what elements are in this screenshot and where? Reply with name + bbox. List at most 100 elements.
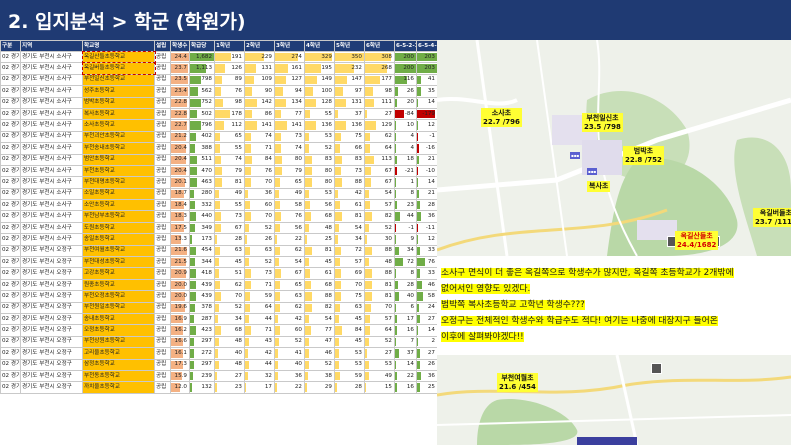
school-pin-icon[interactable] xyxy=(651,363,662,374)
cell-grade-3: 54 xyxy=(274,256,305,269)
cell-value: 86 xyxy=(264,110,272,117)
cell-value: 28 xyxy=(406,281,414,288)
table-row[interactable]: 02 경기 경기도 부천시 소사구 범안초등학교 공립 20.4 511 74 84 80 83 8… xyxy=(0,153,437,166)
column-header[interactable]: 6-5-2-1 xyxy=(394,40,417,52)
table-row[interactable]: 02 경기 경기도 부천시 소사구 부천일신초등학교 공립 23.5 798 89 109 12… xyxy=(0,73,437,87)
column-header[interactable]: 4학년 xyxy=(304,40,335,52)
table-row[interactable]: 02 경기 경기도 부천시 오정구 고리울초등학교 공립 16.1 272 40 42 41 46… xyxy=(0,347,437,360)
table-row[interactable]: 02 경기 경기도 부천시 소사구 도원초등학교 공립 17.5 349 67 52 56 48 5… xyxy=(0,221,437,235)
table-row[interactable]: 02 경기 경기도 부천시 소사구 부천대명초등학교 공립 20.1 463 81 70 65 8… xyxy=(0,176,437,189)
cell-value: 28 xyxy=(427,201,435,208)
table-row[interactable]: 02 경기 경기도 부천시 소사구 송일초등학교 공립 13.3 173 28 26 22 25 3… xyxy=(0,233,437,246)
table-row[interactable]: 02 경기 경기도 부천시 오정구 원종초등학교 공립 20.0 439 62 71 65 68 7… xyxy=(0,278,437,292)
table-row[interactable]: 02 경기 경기도 부천시 소사구 부천남부초등학교 공립 18.3 440 73 70 76 6… xyxy=(0,210,437,223)
poi-marker[interactable]: ▪▪▪ xyxy=(570,152,581,159)
poi-marker[interactable]: ▪▪▪ xyxy=(587,168,598,175)
cell-value: 76 xyxy=(234,87,242,94)
table-row[interactable]: 02 경기 경기도 부천시 소사구 부천초등학교 공립 20.4 470 79 76 79 80 7… xyxy=(0,164,437,178)
cell-class-size: 16.9 xyxy=(170,312,190,326)
column-header[interactable]: 구분 xyxy=(0,40,21,52)
column-header[interactable]: 6학년 xyxy=(364,40,395,52)
table-row[interactable]: 02 경기 경기도 부천시 오정구 고강초등학교 공립 20.9 418 51 73 67 61 6… xyxy=(0,267,437,280)
cell-grade-4: 83 xyxy=(304,153,335,166)
table-row[interactable]: 02 경기 경기도 부천시 오정구 부천오정초등학교 공립 20.0 439 70 59 63 8… xyxy=(0,290,437,303)
cell-gu: 02 경기 xyxy=(0,256,21,269)
table-row[interactable]: 02 경기 경기도 부천시 소사구 복사초등학교 공립 22.8 502 178 86 77 55… xyxy=(0,107,437,121)
cell-grade-6: 70 xyxy=(364,301,395,315)
cell-grade-4: 77 xyxy=(304,324,335,337)
map-top[interactable]: ▪▪▪ ▪▪▪ 소사초 22.7 /796 부천일신초 23.5 /798 범박초 2… xyxy=(437,40,791,256)
table-row[interactable]: 02 경기 경기도 부천시 소사구 부천송내초등학교 공립 20.4 388 55 71 74 5… xyxy=(0,142,437,155)
table-row[interactable]: 02 경기 경기도 부천시 오정구 까치울초등학교 공립 12.0 132 23 17 22 29… xyxy=(0,381,437,394)
cell-value: 63 xyxy=(354,304,362,311)
cell-students: 439 xyxy=(189,278,215,292)
cell-value: 48 xyxy=(384,258,392,265)
table-row[interactable]: 02 경기 경기도 부천시 오정구 부천동초등학교 공립 15.9 239 27 32 36 38… xyxy=(0,369,437,383)
cell-value: 22.8 xyxy=(174,99,187,106)
column-header[interactable]: 학급당 xyxy=(189,40,215,52)
map-bottom[interactable]: 부천여월초 21.6 /454 xyxy=(437,355,791,445)
table-row[interactable]: 02 경기 경기도 부천시 소사구 소일초등학교 공립 18.7 280 49 36 49 53 4… xyxy=(0,187,437,201)
table-row[interactable]: 02 경기 경기도 부천시 소사구 옥길산들초등학교 공립 24.4 1,682 191 22… xyxy=(0,50,437,64)
cell-school-name: 복사초등학교 xyxy=(82,107,155,121)
cell-grade-2: 52 xyxy=(244,221,275,235)
cell-grade-3: 52 xyxy=(274,335,305,349)
cell-grade-3: 141 xyxy=(274,119,305,132)
table-row[interactable]: 02 경기 경기도 부천시 소사구 범박초등학교 공립 22.8 752 98 142 134 1… xyxy=(0,96,437,109)
cell-diff-1: 34 xyxy=(394,244,417,258)
column-header[interactable]: 설립 xyxy=(154,40,171,52)
cell-value: 2 xyxy=(431,338,435,345)
table-row[interactable]: 02 경기 경기도 부천시 오정구 부천상원초등학교 공립 16.6 297 48 43 52 4… xyxy=(0,335,437,349)
cell-grade-2: 43 xyxy=(244,335,275,349)
cell-diff-2: 21 xyxy=(416,153,437,166)
cell-grade-5: 75 xyxy=(334,290,365,303)
cell-value: 54 xyxy=(294,258,302,265)
table-row[interactable]: 02 경기 경기도 부천시 오정구 부천원일초등학교 공립 19.6 378 52 64 62 8… xyxy=(0,301,437,315)
cell-class-size: 20.4 xyxy=(170,153,190,166)
cell-value: 67 xyxy=(234,224,242,231)
column-header[interactable]: 학생수 xyxy=(170,40,190,52)
column-header[interactable]: 지역 xyxy=(20,40,83,52)
table-row[interactable]: 02 경기 경기도 부천시 소사구 옥길버들초등학교 공립 23.7 1,113 126 13… xyxy=(0,61,437,76)
table-row[interactable]: 02 경기 경기도 부천시 오정구 송내초등학교 공립 16.9 287 34 44 42 54 4… xyxy=(0,312,437,326)
cell-diff-1: 4 xyxy=(394,130,417,144)
table-row[interactable]: 02 경기 경기도 부천시 소사구 소사초등학교 공립 22.7 796 112 141 141… xyxy=(0,119,437,132)
cell-value: 72 xyxy=(354,247,362,254)
table-row[interactable]: 02 경기 경기도 부천시 오정구 오정초등학교 공립 16.2 423 68 71 60 77 8… xyxy=(0,324,437,337)
table-row[interactable]: 02 경기 경기도 부천시 소사구 성주초등학교 공립 23.4 562 76 90 94 100… xyxy=(0,85,437,98)
table-row[interactable]: 02 경기 경기도 부천시 오정구 삼정초등학교 공립 17.3 297 48 44 40 52 5… xyxy=(0,358,437,371)
map-label-okgil-beodeul: 옥길버들초23.7 /1113 xyxy=(753,208,791,227)
cell-diff-2: 14 xyxy=(416,324,437,337)
table-row[interactable]: 02 경기 경기도 부천시 소사구 부천괴안초등학교 공립 21.2 402 65 74 73 5… xyxy=(0,130,437,144)
column-header[interactable]: 3학년 xyxy=(274,40,305,52)
column-header[interactable]: 학교명 xyxy=(82,40,155,52)
cell-grade-6: 67 xyxy=(364,176,395,189)
column-header[interactable]: 2학년 xyxy=(244,40,275,52)
cell-value: 195 xyxy=(321,65,332,72)
cell-grade-5: 28 xyxy=(334,381,365,394)
cell-value: 350 xyxy=(351,53,362,60)
column-header[interactable]: 6-5-4-3-2-1 xyxy=(416,40,437,52)
table-row[interactable]: 02 경기 경기도 부천시 오정구 부천대성초등학교 공립 21.5 344 45 52 54 4… xyxy=(0,256,437,269)
cell-school-name: 범안초등학교 xyxy=(82,153,155,166)
cell-value: 239 xyxy=(201,372,212,379)
cell-school-name: 까치울초등학교 xyxy=(82,381,155,394)
cell-value: 129 xyxy=(381,122,392,129)
cell-grade-3: 127 xyxy=(274,73,305,87)
column-header[interactable]: 1학년 xyxy=(214,40,245,52)
map-label-okgil-sandeul: 옥길산들초 24.4/1682 xyxy=(675,231,719,250)
cell-students: 1,682 xyxy=(189,50,215,64)
cell-value: 141 xyxy=(261,122,272,129)
cell-value: 48 xyxy=(234,338,242,345)
table-row[interactable]: 02 경기 경기도 부천시 소사구 소안초등학교 공립 18.4 332 55 60 58 56 6… xyxy=(0,199,437,212)
cell-region: 경기도 부천시 소사구 xyxy=(20,187,83,201)
cell-grade-4: 68 xyxy=(304,278,335,292)
cell-students: 344 xyxy=(189,256,215,269)
cell-class-size: 20.9 xyxy=(170,267,190,280)
cell-value: 64 xyxy=(384,144,392,151)
cell-grade-2: 76 xyxy=(244,164,275,178)
cell-gu: 02 경기 xyxy=(0,164,21,178)
column-header[interactable]: 5학년 xyxy=(334,40,365,52)
table-row[interactable]: 02 경기 경기도 부천시 오정구 부천여월초등학교 공립 21.6 454 63 63 62 8… xyxy=(0,244,437,258)
cell-type: 공립 xyxy=(154,244,171,258)
